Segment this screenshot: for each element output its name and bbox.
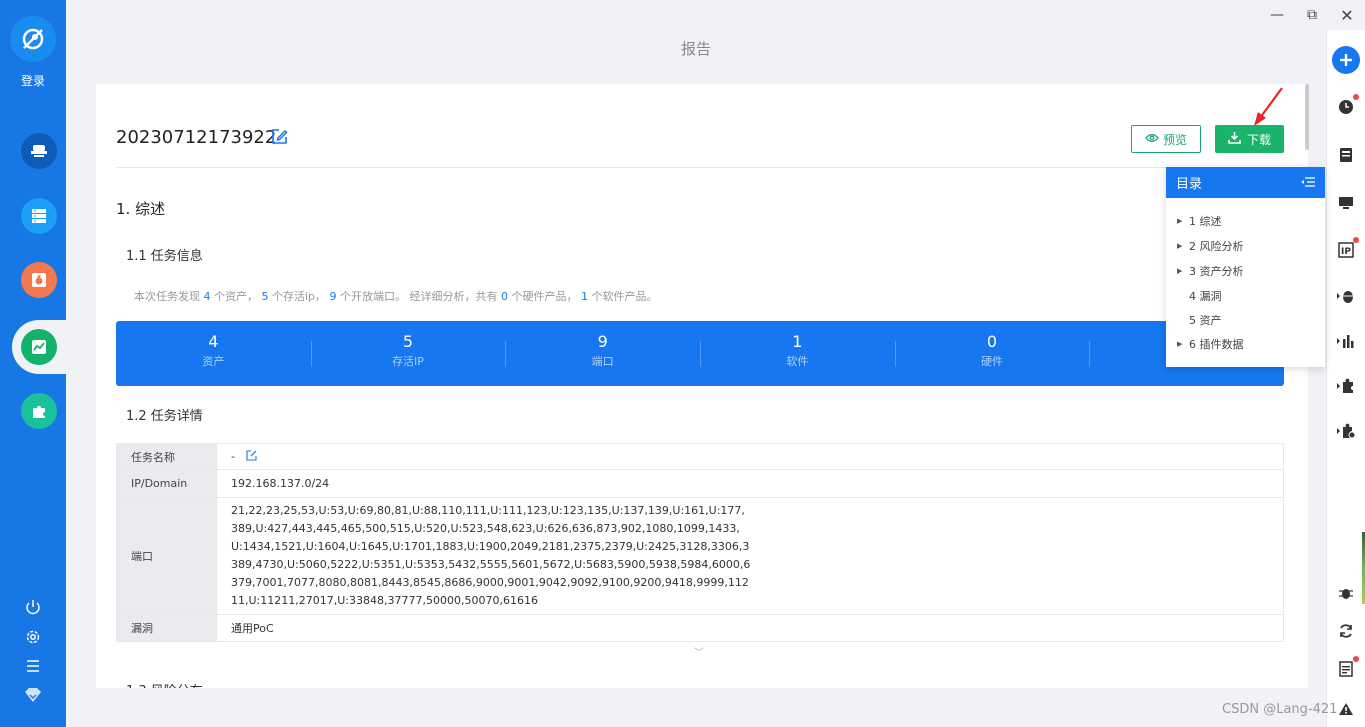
- history-clock-icon[interactable]: [1336, 94, 1359, 117]
- settings-gear-icon[interactable]: [23, 627, 43, 647]
- caret-right-icon: ▶: [1177, 340, 1183, 348]
- report-chart-icon[interactable]: [21, 329, 57, 365]
- task-name-value: -: [231, 449, 235, 463]
- table-row: 端口 21,22,23,25,53,U:53,U:69,80,81,U:88,1…: [116, 497, 1284, 615]
- download-label: 下载: [1246, 132, 1271, 147]
- table-key: 漏洞: [116, 614, 217, 642]
- section-task-detail-title: 1.2 任务详情: [126, 409, 203, 424]
- plugin-icon[interactable]: [1336, 376, 1356, 396]
- stat-hardware: 0 硬件: [894, 321, 1090, 386]
- annotation-arrow-icon: [1254, 87, 1283, 126]
- monitor-icon[interactable]: [1336, 193, 1356, 213]
- caret-right-icon: ▶: [1177, 242, 1183, 250]
- bug-report-icon[interactable]: [21, 262, 57, 298]
- table-key: 端口: [116, 497, 217, 615]
- section-overview-title: 1. 综述: [116, 200, 166, 218]
- right-toolbar: IP: [1326, 30, 1365, 727]
- table-value: -: [216, 443, 1284, 470]
- page-title: 报告: [680, 40, 711, 58]
- left-sidebar: 登录: [0, 0, 72, 727]
- table-value: 21,22,23,25,53,U:53,U:69,80,81,U:88,110,…: [216, 497, 1284, 615]
- watermark: CSDN @Lang-421: [1222, 702, 1338, 717]
- toc-panel: 目录 ▶ 1 综述 ▶ 2 风险分析 ▶ 3 资产分析 4 漏洞 5 资产 ▶ 6 插件…: [1166, 167, 1325, 367]
- restore-button[interactable]: ⧉: [1301, 5, 1323, 25]
- scrollbar[interactable]: [1305, 84, 1309, 150]
- bug-icon[interactable]: [1336, 286, 1356, 306]
- report-panel: 20230712173922 预览 下载 1. 综述 1.1 任务信息 本次任务…: [96, 84, 1308, 688]
- preview-button[interactable]: 预览: [1131, 125, 1201, 153]
- warning-icon[interactable]: [1336, 699, 1356, 719]
- stat-ports: 9 端口: [505, 321, 700, 386]
- stat-alive-ip: 5 存活IP: [310, 321, 506, 386]
- add-plus-icon[interactable]: [1332, 46, 1360, 74]
- close-button[interactable]: ✕: [1336, 5, 1358, 25]
- table-key: IP/Domain: [116, 469, 217, 498]
- hacker-icon[interactable]: [21, 133, 57, 169]
- bar-chart-icon[interactable]: [1336, 331, 1356, 351]
- caret-right-icon: ▶: [1177, 267, 1183, 275]
- task-summary: 本次任务发现 4 个资产， 5 个存活ip， 9 个开放端口。 经详细分析，共有…: [134, 290, 658, 303]
- edit-icon[interactable]: [270, 128, 288, 146]
- toc-title: 目录: [1176, 177, 1203, 192]
- edit-task-name-icon[interactable]: [246, 449, 258, 464]
- eye-icon: [1145, 132, 1159, 146]
- svg-text:IP: IP: [1341, 247, 1351, 257]
- section-task-info-title: 1.1 任务信息: [126, 249, 203, 264]
- task-detail-table: 任务名称 - IP/Domain 192.168.137.0/24 端口 21,…: [116, 443, 1284, 642]
- toc-item-risk[interactable]: ▶ 2 风险分析: [1177, 238, 1244, 254]
- plugin-puzzle-icon[interactable]: [21, 393, 57, 429]
- table-key: 任务名称: [116, 443, 217, 470]
- minimize-button[interactable]: —: [1266, 5, 1288, 25]
- toc-item-overview[interactable]: ▶ 1 综述: [1177, 213, 1222, 229]
- table-value: 192.168.137.0/24: [216, 469, 1284, 498]
- toc-item-asset-analysis[interactable]: ▶ 3 资产分析: [1177, 263, 1244, 279]
- stat-software: 1 软件: [700, 321, 895, 386]
- table-row: 漏洞 通用PoC: [116, 614, 1284, 642]
- ports-value: 21,22,23,25,53,U:53,U:69,80,81,U:88,110,…: [231, 504, 751, 607]
- table-row: 任务名称 -: [116, 443, 1284, 470]
- toc-item-plugin-data[interactable]: ▶ 6 插件数据: [1177, 336, 1244, 352]
- table-row: IP/Domain 192.168.137.0/24: [116, 469, 1284, 498]
- toc-item-vuln[interactable]: 4 漏洞: [1177, 288, 1222, 304]
- refresh-icon[interactable]: [1336, 621, 1356, 641]
- report-file-icon[interactable]: [1336, 656, 1359, 679]
- toc-collapse-icon[interactable]: [1301, 176, 1315, 188]
- document-icon[interactable]: [1336, 145, 1356, 165]
- bug-settings-icon[interactable]: [1336, 583, 1356, 603]
- preview-label: 预览: [1162, 132, 1187, 147]
- ip-icon[interactable]: IP: [1336, 237, 1359, 260]
- toc-header: 目录: [1166, 167, 1325, 198]
- header-divider: [116, 167, 1284, 168]
- table-value: 通用PoC: [216, 614, 1284, 642]
- plugin-settings-icon[interactable]: [1336, 421, 1356, 441]
- caret-right-icon: ▶: [1177, 217, 1183, 225]
- power-icon[interactable]: [23, 597, 43, 617]
- toc-item-assets[interactable]: 5 资产: [1177, 312, 1222, 328]
- menu-icon[interactable]: [23, 656, 43, 676]
- expand-chevron-icon[interactable]: ﹀: [694, 644, 704, 659]
- stats-bar: 4 资产 5 存活IP 9 端口 1 软件 0 硬件: [116, 321, 1284, 386]
- login-link[interactable]: 登录: [0, 72, 66, 89]
- server-list-icon[interactable]: [21, 198, 57, 234]
- app-logo-icon[interactable]: [10, 16, 56, 62]
- stat-assets: 4 资产: [202, 332, 225, 369]
- report-id: 20230712173922: [116, 127, 277, 148]
- diamond-icon[interactable]: [23, 685, 43, 705]
- section-risk-title: 1.3 风险分布: [126, 680, 203, 688]
- download-icon: [1228, 131, 1241, 147]
